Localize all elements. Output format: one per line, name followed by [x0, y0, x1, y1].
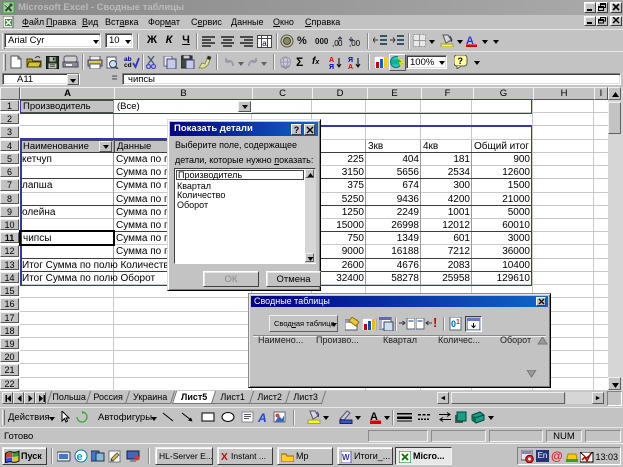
svg-text:А: А: [329, 57, 334, 64]
svg-text:Я: Я: [329, 64, 334, 69]
svg-text:?: ?: [458, 56, 464, 66]
svg-text:0: 0: [338, 39, 343, 48]
svg-text:cd: cd: [124, 62, 132, 69]
svg-text:Я: Я: [348, 57, 353, 64]
svg-text:a: a: [262, 39, 267, 48]
svg-text:W: W: [342, 453, 350, 462]
svg-text:A: A: [258, 411, 267, 424]
svg-text:1: 1: [456, 319, 460, 326]
svg-text:e: e: [77, 451, 83, 463]
svg-text:А: А: [348, 64, 353, 69]
